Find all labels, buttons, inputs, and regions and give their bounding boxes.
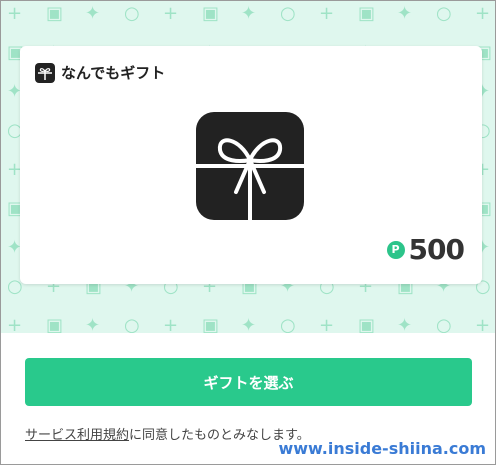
sparkle-icon: ✦ — [85, 315, 101, 334]
watermark: www.inside-shiina.com — [278, 439, 486, 458]
brand-name: なんでもギフト — [61, 64, 166, 82]
select-gift-button[interactable]: ギフトを選ぶ — [25, 358, 472, 406]
gift-icon: ▣ — [202, 315, 220, 334]
plus-icon: + — [163, 315, 179, 334]
gift-icon: ▣ — [46, 315, 64, 334]
plus-icon: + — [319, 315, 335, 334]
circle-icon: ○ — [280, 315, 296, 334]
plus-icon: + — [7, 315, 23, 334]
plus-icon: + — [7, 3, 23, 24]
circle-icon: ○ — [280, 3, 296, 24]
terms-text: サービス利用規約に同意したものとみなします。 — [25, 424, 310, 443]
points-icon: P — [386, 240, 405, 259]
brand: なんでもギフト — [35, 62, 165, 83]
plus-icon: + — [475, 3, 491, 24]
plus-icon: + — [319, 3, 335, 24]
gift-icon: ▣ — [358, 3, 376, 24]
gift-icon: ▣ — [202, 3, 220, 24]
circle-icon: ○ — [436, 3, 452, 24]
terms-link[interactable]: サービス利用規約 — [25, 428, 129, 443]
points-value: 500 — [408, 233, 465, 266]
sparkle-icon: ✦ — [85, 3, 101, 24]
sparkle-icon: ✦ — [241, 3, 257, 24]
gift-icon: ▣ — [46, 3, 64, 24]
plus-icon: + — [163, 3, 179, 24]
sparkle-icon: ✦ — [397, 3, 413, 24]
gift-icon — [35, 62, 55, 83]
sparkle-icon: ✦ — [397, 315, 413, 334]
plus-icon: + — [475, 315, 491, 334]
circle-icon: ○ — [124, 3, 140, 24]
gift-card: なんでもギフト P 500 — [20, 46, 482, 284]
points: P 500 — [386, 233, 465, 266]
sparkle-icon: ✦ — [241, 315, 257, 334]
circle-icon: ○ — [436, 315, 452, 334]
circle-icon: ○ — [124, 315, 140, 334]
gift-box-icon — [196, 112, 304, 220]
gift-icon: ▣ — [358, 315, 376, 334]
